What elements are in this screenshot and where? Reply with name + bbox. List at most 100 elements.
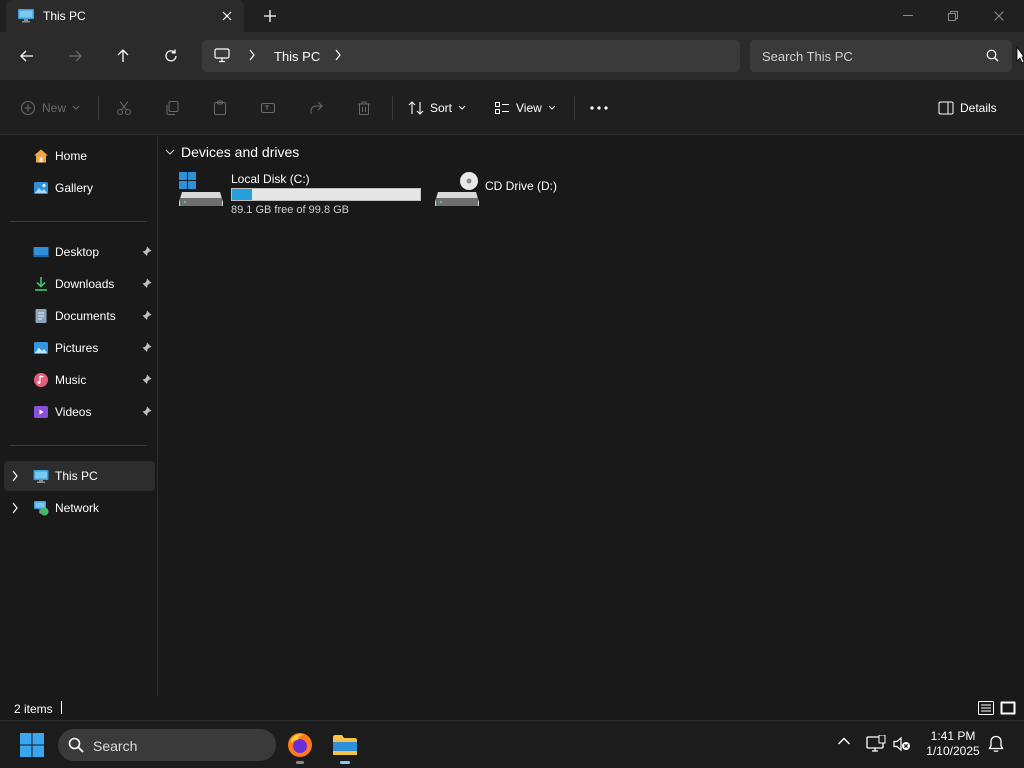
refresh-button[interactable] (155, 42, 187, 70)
drive-free-space: 89.1 GB free of 99.8 GB (231, 204, 350, 216)
details-button[interactable]: Details (938, 94, 997, 122)
close-icon (994, 11, 1004, 21)
sidebar-item-label: Network (55, 501, 100, 515)
chevron-down-icon (548, 105, 556, 110)
tiles-view-button[interactable] (1000, 700, 1016, 716)
clock-time: 1:41 PM (930, 729, 976, 743)
sidebar-item-videos[interactable]: Videos (4, 397, 155, 427)
share-icon (310, 101, 323, 114)
rename-button[interactable] (260, 94, 276, 122)
search-input[interactable] (762, 46, 982, 66)
navigation-bar: This PC (0, 32, 1024, 80)
chevron-right-icon[interactable] (11, 502, 19, 517)
status-divider (61, 701, 62, 714)
chevron-right-icon[interactable] (334, 49, 342, 64)
sidebar-item-label: Gallery (55, 181, 94, 195)
cut-button[interactable] (116, 94, 132, 122)
sidebar-item-network[interactable]: Network (4, 493, 155, 523)
clipboard-icon (214, 100, 226, 115)
forward-button[interactable] (59, 42, 91, 70)
sidebar-item-label: Home (55, 149, 88, 163)
documents-icon (33, 308, 49, 324)
sidebar-item-label: Documents (55, 309, 116, 323)
taskbar-app-firefox[interactable] (284, 729, 316, 764)
paste-button[interactable] (212, 94, 228, 122)
folder-icon (333, 735, 357, 755)
share-button[interactable] (308, 94, 324, 122)
more-options-button[interactable] (590, 94, 608, 122)
drive-item-local-disk-c[interactable]: Local Disk (C:) 89.1 GB free of 99.8 GB (161, 136, 423, 218)
drive-item-cd-drive-d[interactable]: CD Drive (D:) (431, 136, 571, 218)
monitor-icon (214, 48, 230, 66)
sidebar-item-music[interactable]: Music (4, 365, 155, 395)
taskbar-search[interactable]: Search (58, 729, 276, 761)
restore-icon (948, 11, 958, 21)
navigation-pane: Home Gallery Desktop Downloads Documents… (0, 136, 158, 696)
minimize-button[interactable] (885, 0, 931, 32)
chevron-right-icon[interactable] (11, 470, 19, 485)
chevron-up-icon (838, 737, 850, 745)
tiles-view-icon (1000, 701, 1016, 715)
sidebar-item-home[interactable]: Home (4, 141, 155, 171)
arrow-right-icon (69, 50, 82, 62)
network-status-icon[interactable] (866, 734, 886, 756)
pin-icon (142, 406, 152, 420)
sidebar-item-this-pc[interactable]: This PC (4, 461, 155, 491)
this-pc-icon (17, 8, 35, 27)
sidebar-item-gallery[interactable]: Gallery (4, 173, 155, 203)
search-icon (68, 737, 84, 756)
arrow-left-icon (20, 50, 33, 62)
pin-icon (142, 246, 152, 260)
content-pane: Devices and drives Local Disk (C:) 89.1 … (159, 136, 1024, 696)
cd-drive-icon (435, 172, 479, 211)
up-button[interactable] (107, 42, 139, 70)
divider (574, 96, 575, 120)
command-bar: New Sort View Details (0, 80, 1024, 135)
clock[interactable]: 1:41 PM 1/10/2025 (918, 729, 988, 759)
sidebar-item-desktop[interactable]: Desktop (4, 237, 155, 267)
sidebar-item-pictures[interactable]: Pictures (4, 333, 155, 363)
details-view-button[interactable] (978, 700, 994, 716)
notifications-icon[interactable] (988, 735, 1004, 756)
plus-circle-icon (20, 100, 36, 116)
sidebar-item-documents[interactable]: Documents (4, 301, 155, 331)
more-icon (590, 106, 608, 110)
new-tab-button[interactable] (258, 6, 282, 26)
pictures-icon (33, 340, 49, 356)
search-icon[interactable] (986, 49, 999, 65)
home-icon (33, 148, 49, 164)
drive-name: Local Disk (C:) (231, 172, 310, 186)
close-tab-button[interactable] (218, 7, 236, 25)
music-icon (33, 372, 49, 388)
copy-button[interactable] (164, 94, 180, 122)
delete-button[interactable] (356, 94, 372, 122)
sidebar-item-downloads[interactable]: Downloads (4, 269, 155, 299)
new-label: New (42, 101, 67, 115)
show-hidden-icons-button[interactable] (837, 735, 851, 749)
divider (392, 96, 393, 120)
chevron-down-icon (72, 105, 80, 110)
new-button[interactable]: New (20, 94, 80, 122)
volume-muted-icon[interactable] (893, 736, 911, 755)
view-list-icon (495, 102, 509, 114)
details-pane-icon (938, 101, 954, 115)
back-button[interactable] (11, 42, 43, 70)
network-icon (33, 500, 49, 516)
chevron-right-icon[interactable] (248, 49, 256, 64)
pin-icon (142, 374, 152, 388)
view-button[interactable]: View (494, 94, 556, 122)
disk-usage-fill (232, 189, 253, 200)
sort-button[interactable]: Sort (408, 94, 466, 122)
sidebar-item-label: Desktop (55, 245, 100, 259)
address-bar[interactable]: This PC (202, 40, 740, 72)
close-window-button[interactable] (976, 0, 1022, 32)
tab-this-pc[interactable]: This PC (6, 0, 244, 32)
status-bar: 2 items (0, 696, 1024, 720)
restore-button[interactable] (930, 0, 976, 32)
start-button[interactable] (16, 729, 48, 761)
search-box (750, 40, 1012, 72)
taskbar-app-file-explorer[interactable] (329, 729, 361, 764)
close-icon (222, 11, 232, 21)
chevron-down-icon (458, 105, 466, 110)
breadcrumb-this-pc[interactable]: This PC (274, 49, 320, 64)
